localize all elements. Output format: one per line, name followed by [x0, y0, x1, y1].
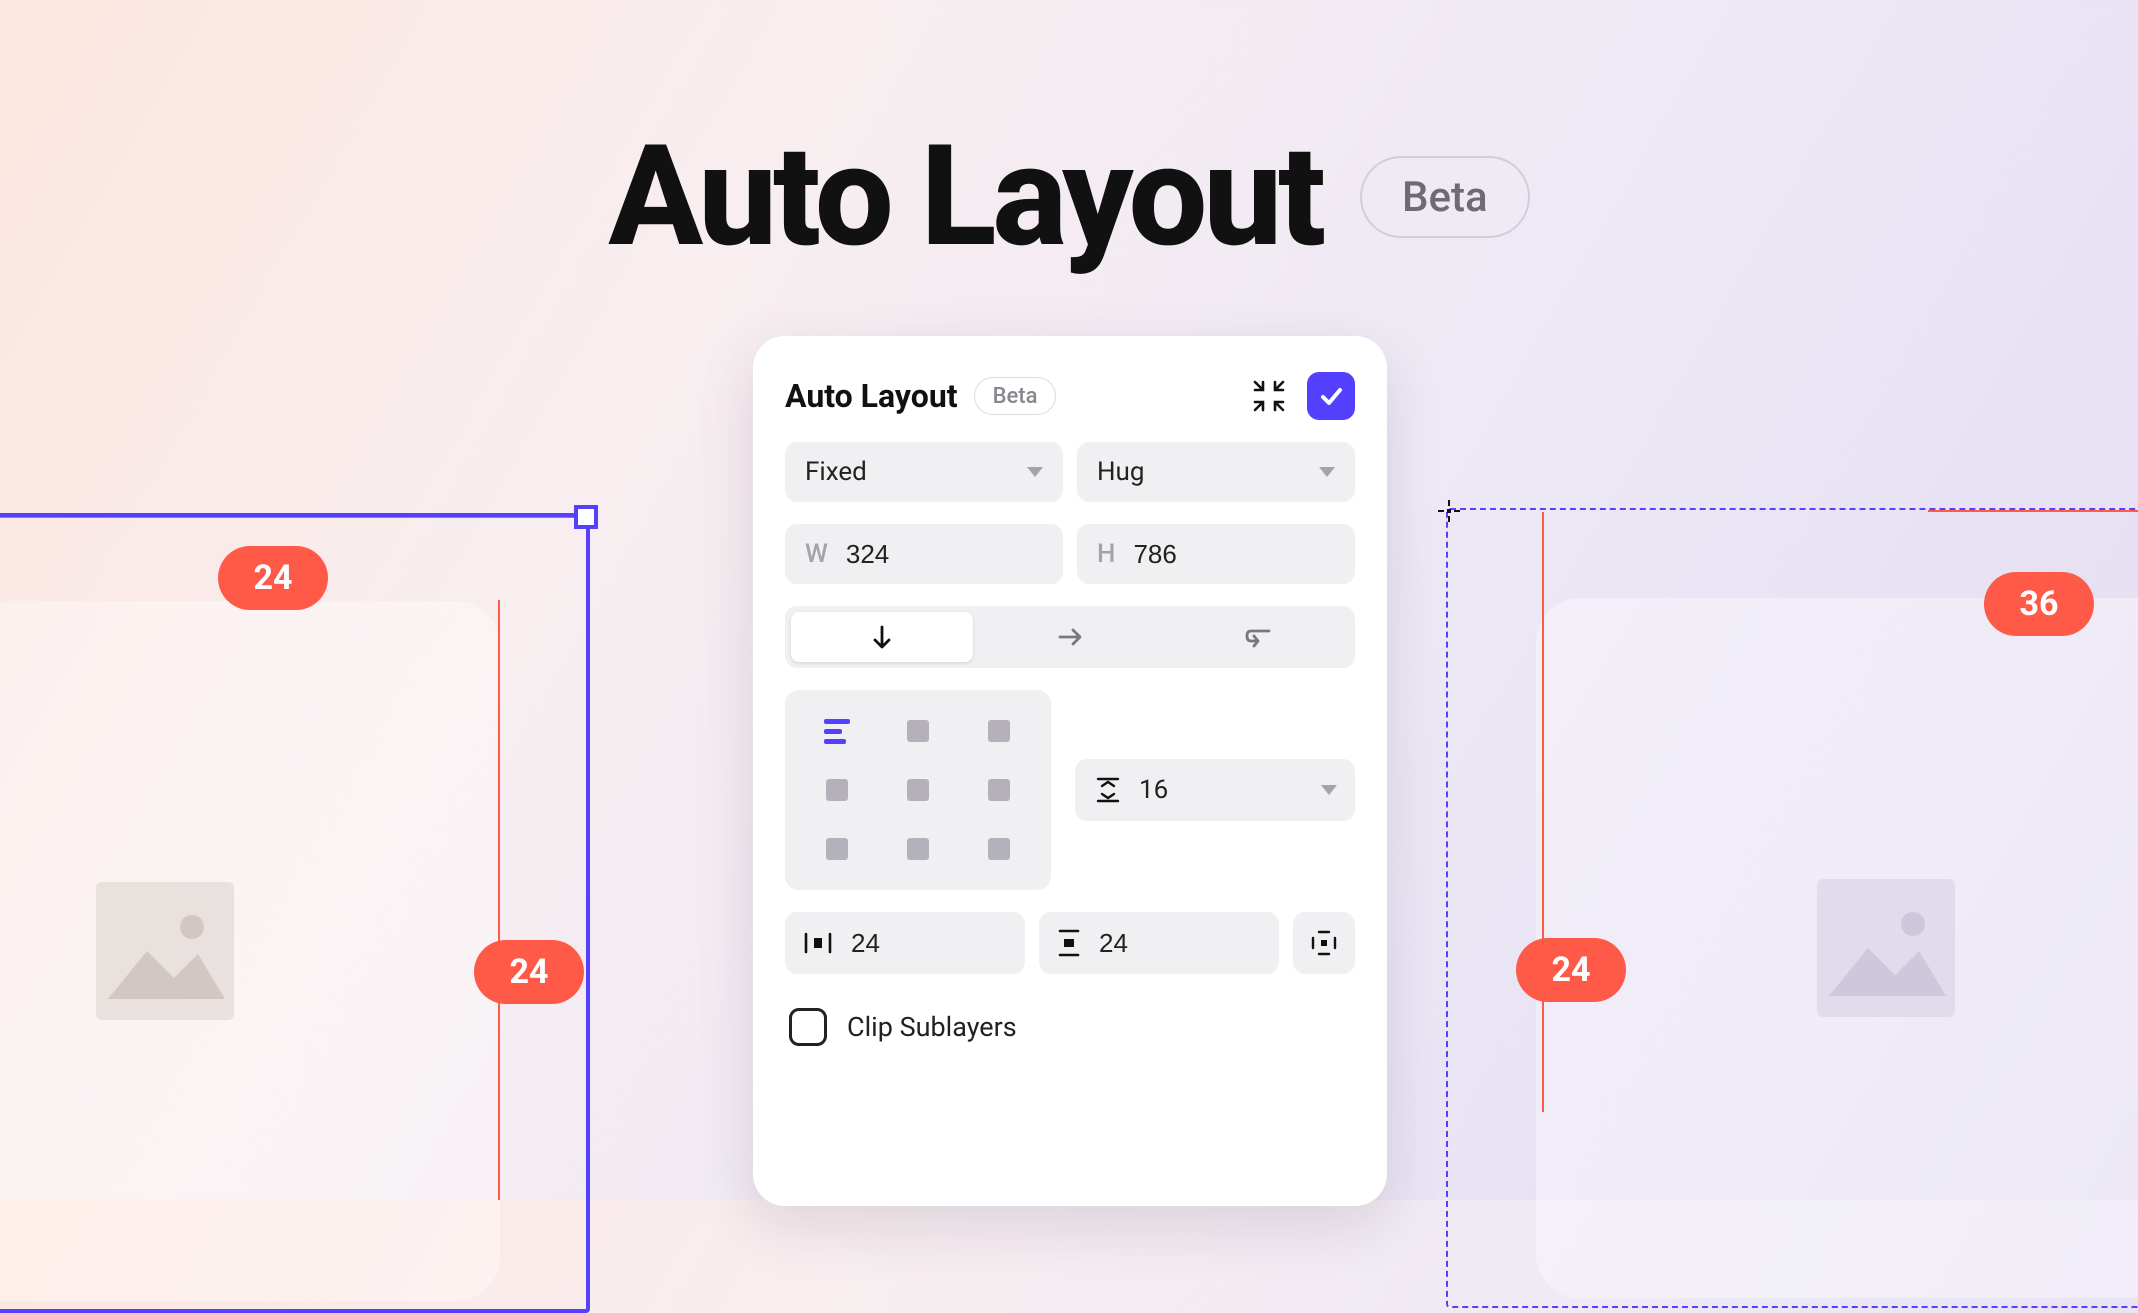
clip-sublayers-row: Clip Sublayers [785, 996, 1355, 1058]
height-input[interactable] [1133, 539, 1213, 570]
left-selection-frame-area [0, 513, 595, 1213]
spacing-badge: 24 [218, 546, 328, 610]
height-letter-label: H [1097, 539, 1115, 569]
selection-crosshair-icon[interactable] [1438, 500, 1460, 522]
align-top-center-button[interactable] [886, 710, 951, 753]
height-mode-label: Hug [1097, 457, 1144, 487]
width-mode-dropdown[interactable]: Fixed [785, 442, 1063, 502]
spacing-badge: 24 [1516, 938, 1626, 1002]
gap-value: 16 [1139, 775, 1168, 805]
clip-sublayers-label: Clip Sublayers [847, 1011, 1017, 1043]
padding-vertical-input[interactable] [1099, 928, 1159, 959]
hero-title: Auto Layout [608, 115, 1322, 279]
direction-wrap-button[interactable] [1167, 612, 1349, 662]
align-middle-center-button[interactable] [886, 769, 951, 812]
padding-horizontal-field[interactable] [785, 912, 1025, 974]
arrow-down-icon [868, 623, 896, 651]
height-field[interactable]: H [1077, 524, 1355, 584]
width-field[interactable]: W [785, 524, 1063, 584]
width-input[interactable] [846, 539, 926, 570]
spacing-badge: 36 [1984, 572, 2094, 636]
align-top-left-button[interactable] [805, 710, 870, 753]
padding-expand-button[interactable] [1293, 912, 1355, 974]
auto-layout-panel: Auto Layout Beta Fixed [753, 336, 1387, 1206]
left-card-placeholder [0, 601, 500, 1301]
direction-horizontal-button[interactable] [979, 612, 1161, 662]
height-mode-dropdown[interactable]: Hug [1077, 442, 1355, 502]
collapse-button[interactable] [1247, 374, 1291, 418]
gap-dropdown[interactable]: 16 [1075, 759, 1355, 821]
spacing-badge: 24 [474, 940, 584, 1004]
padding-horizontal-input[interactable] [851, 928, 911, 959]
wrap-icon [1243, 623, 1273, 651]
collapse-icon [1252, 379, 1286, 413]
direction-vertical-button[interactable] [791, 612, 973, 662]
panel-title: Auto Layout [785, 377, 958, 415]
alignment-grid [785, 690, 1051, 890]
align-bottom-right-button[interactable] [966, 827, 1031, 870]
padding-horizontal-icon [803, 931, 833, 955]
panel-header: Auto Layout Beta [785, 372, 1355, 420]
align-middle-left-button[interactable] [805, 769, 870, 812]
chevron-down-icon [1319, 467, 1335, 477]
align-top-right-button[interactable] [966, 710, 1031, 753]
check-icon [1318, 383, 1344, 409]
individual-padding-icon [1310, 929, 1338, 957]
spacing-guide-line [1542, 512, 1544, 1112]
align-bottom-center-button[interactable] [886, 827, 951, 870]
spacing-guide-line [498, 600, 500, 1200]
padding-vertical-field[interactable] [1039, 912, 1279, 974]
padding-vertical-icon [1057, 928, 1081, 958]
chevron-down-icon [1321, 785, 1337, 795]
width-mode-label: Fixed [805, 457, 867, 487]
image-placeholder-icon [1811, 873, 1961, 1023]
enable-toggle-button[interactable] [1307, 372, 1355, 420]
resize-handle-icon[interactable] [574, 505, 598, 529]
hero-title-area: Auto Layout Beta [0, 115, 2138, 279]
arrow-right-icon [1056, 623, 1084, 651]
image-placeholder-icon [90, 876, 240, 1026]
gap-icon [1093, 775, 1123, 805]
hero-beta-badge: Beta [1360, 156, 1530, 238]
align-middle-right-button[interactable] [966, 769, 1031, 812]
chevron-down-icon [1027, 467, 1043, 477]
direction-segmented-control [785, 606, 1355, 668]
width-letter-label: W [805, 539, 828, 569]
clip-sublayers-checkbox[interactable] [789, 1008, 827, 1046]
panel-beta-badge: Beta [974, 377, 1057, 415]
right-card-placeholder [1536, 598, 2138, 1298]
align-bottom-left-button[interactable] [805, 827, 870, 870]
spacing-guide-line [1928, 510, 2138, 512]
